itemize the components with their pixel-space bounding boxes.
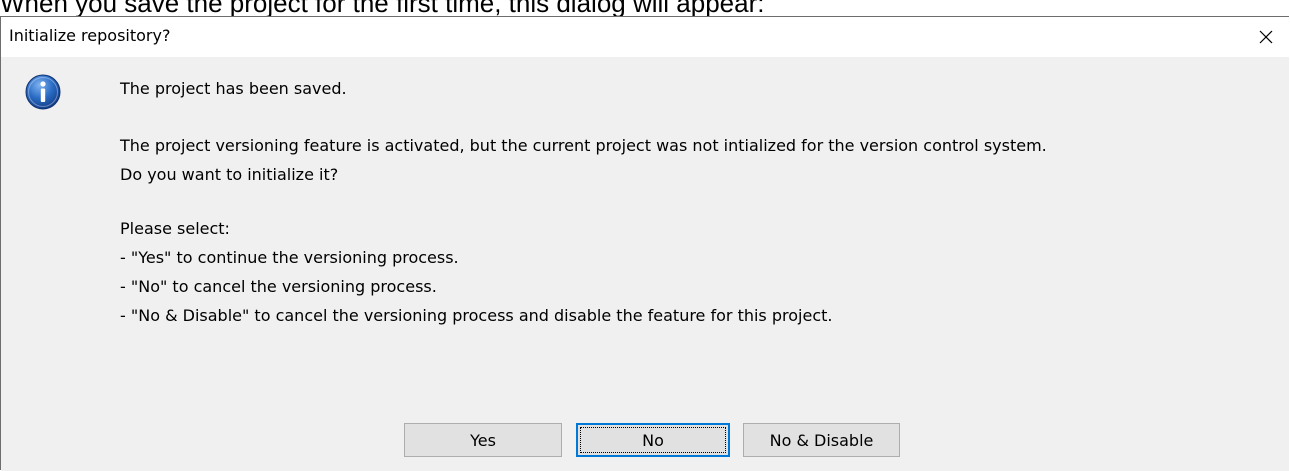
no-button-label: No [642,430,664,450]
no-button[interactable]: No [576,423,730,457]
yes-button-label: Yes [470,430,496,450]
initialize-repository-dialog: Initialize repository? The project has b… [0,16,1289,471]
dialog-title: Initialize repository? [9,26,171,45]
no-and-disable-button[interactable]: No & Disable [743,423,900,457]
message-please-select: Please select: [120,219,230,238]
page-caption: When you save the project for the first … [0,0,765,18]
no-and-disable-button-label: No & Disable [769,430,874,450]
yes-button[interactable]: Yes [404,423,562,457]
dialog-titlebar[interactable]: Initialize repository? [1,17,1289,57]
message-saved: The project has been saved. [120,79,347,98]
dialog-body: The project has been saved. The project … [1,57,1289,471]
close-icon [1259,30,1273,44]
message-initialize-question: Do you want to initialize it? [120,165,339,184]
information-icon [25,74,61,110]
message-option-yes: - "Yes" to continue the versioning proce… [120,248,459,267]
message-option-no-disable: - "No & Disable" to cancel the versionin… [120,306,833,325]
message-option-no: - "No" to cancel the versioning process. [120,277,437,296]
message-versioning-activated: The project versioning feature is activa… [120,136,1047,155]
close-button[interactable] [1243,17,1289,57]
